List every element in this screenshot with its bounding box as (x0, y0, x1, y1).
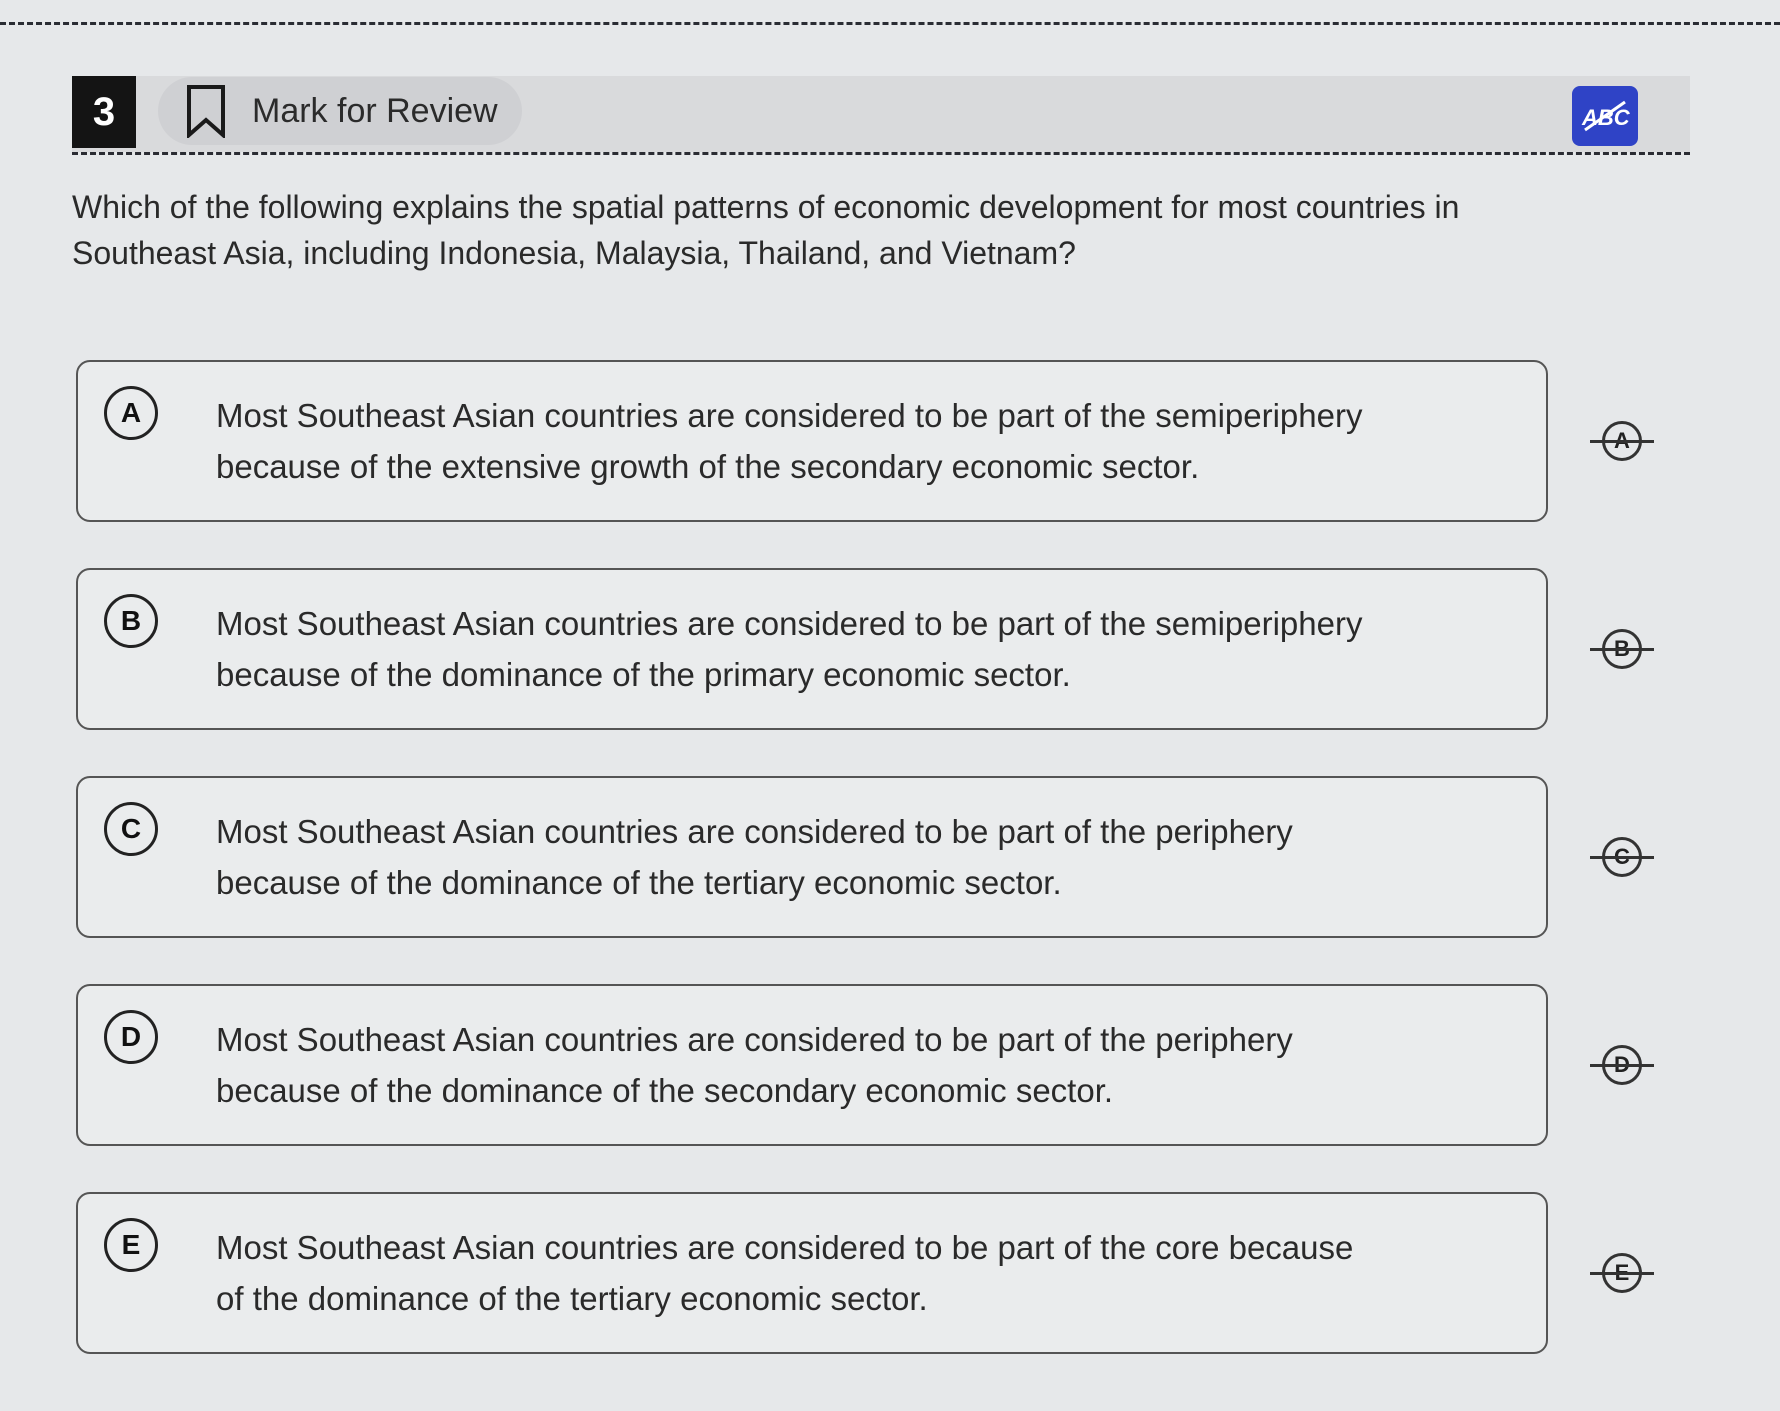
strikethrough-line (1590, 1064, 1654, 1067)
option-text-line: Most Southeast Asian countries are consi… (216, 1229, 1354, 1266)
question-number-badge: 3 (72, 76, 136, 148)
answer-eliminator-toggle-button[interactable]: ABC (1572, 86, 1638, 146)
option-text: Most Southeast Asian countries are consi… (216, 598, 1496, 700)
eliminate-option-b-button[interactable]: B (1590, 629, 1654, 673)
abc-strikethrough-icon: ABC (1581, 100, 1631, 132)
eliminate-option-c-button[interactable]: C (1590, 837, 1654, 881)
top-divider (0, 22, 1780, 25)
eliminate-option-d-button[interactable]: D (1590, 1045, 1654, 1089)
option-text: Most Southeast Asian countries are consi… (216, 1222, 1496, 1324)
answer-option-a[interactable]: A Most Southeast Asian countries are con… (76, 360, 1548, 522)
eliminate-option-e-button[interactable]: E (1590, 1253, 1654, 1297)
answer-option-e[interactable]: E Most Southeast Asian countries are con… (76, 1192, 1548, 1354)
strikethrough-line (1590, 856, 1654, 859)
strikethrough-line (1590, 440, 1654, 443)
option-letter-badge: E (104, 1218, 158, 1272)
option-text-line: Most Southeast Asian countries are consi… (216, 605, 1363, 642)
option-text-line: of the dominance of the tertiary economi… (216, 1280, 928, 1317)
bookmark-icon (187, 85, 225, 138)
header-divider (72, 152, 1690, 155)
option-text-line: Most Southeast Asian countries are consi… (216, 397, 1363, 434)
option-letter-badge: A (104, 386, 158, 440)
option-text: Most Southeast Asian countries are consi… (216, 806, 1496, 908)
option-letter-badge: D (104, 1010, 158, 1064)
mark-for-review-label: Mark for Review (252, 91, 498, 130)
answer-option-b[interactable]: B Most Southeast Asian countries are con… (76, 568, 1548, 730)
option-letter-badge: B (104, 594, 158, 648)
option-letter-badge: C (104, 802, 158, 856)
option-text-line: Most Southeast Asian countries are consi… (216, 1021, 1293, 1058)
strikethrough-line (1590, 1272, 1654, 1275)
option-text-line: because of the dominance of the tertiary… (216, 864, 1062, 901)
mark-for-review-button[interactable]: Mark for Review (158, 77, 522, 145)
option-text: Most Southeast Asian countries are consi… (216, 390, 1496, 492)
answer-option-c[interactable]: C Most Southeast Asian countries are con… (76, 776, 1548, 938)
option-text-line: because of the dominance of the secondar… (216, 1072, 1114, 1109)
question-text: Which of the following explains the spat… (72, 189, 1460, 271)
answer-option-d[interactable]: D Most Southeast Asian countries are con… (76, 984, 1548, 1146)
option-text-line: Most Southeast Asian countries are consi… (216, 813, 1293, 850)
option-text-line: because of the dominance of the primary … (216, 656, 1071, 693)
option-text-line: because of the extensive growth of the s… (216, 448, 1200, 485)
strikethrough-line (1590, 648, 1654, 651)
eliminate-option-a-button[interactable]: A (1590, 421, 1654, 465)
option-text: Most Southeast Asian countries are consi… (216, 1014, 1496, 1116)
